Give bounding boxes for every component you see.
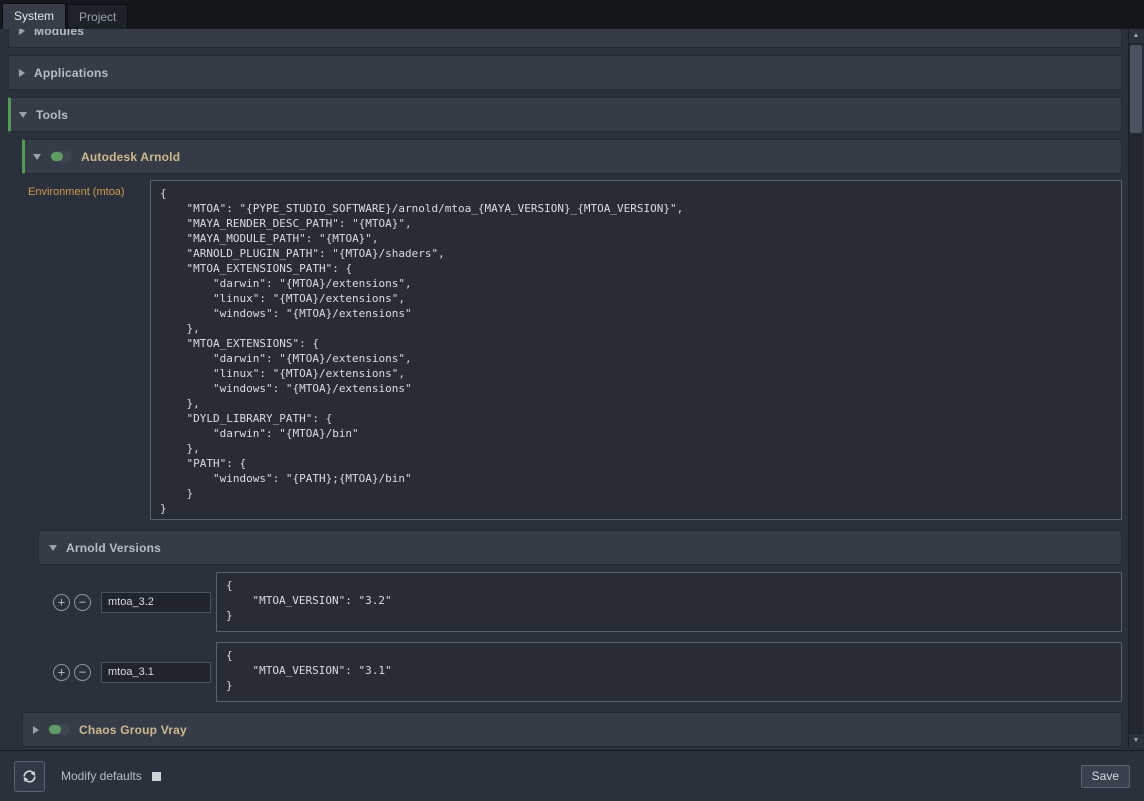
arnold-environment-editor[interactable]: { "MTOA": "{PYPE_STUDIO_SOFTWARE}/arnold…: [150, 180, 1122, 520]
section-arnold-versions: Arnold Versions + − { "MTOA_VERSION": "3…: [38, 530, 1122, 702]
vertical-scrollbar[interactable]: ▲ ▼: [1128, 29, 1143, 748]
expand-arrow-icon: [19, 69, 25, 77]
settings-content: Modules Applications Tools: [0, 29, 1144, 750]
tab-project[interactable]: Project: [67, 4, 128, 29]
expand-arrow-icon: [33, 726, 39, 734]
section-applications-title: Applications: [34, 66, 108, 80]
vray-enabled-toggle[interactable]: [48, 724, 70, 735]
refresh-icon: [21, 768, 38, 785]
section-modules-title: Modules: [34, 29, 84, 38]
save-button[interactable]: Save: [1081, 765, 1130, 788]
collapse-arrow-icon: [33, 154, 41, 160]
settings-window: System Project Modules Applications Tool…: [0, 0, 1144, 29]
version-key-input[interactable]: [101, 592, 211, 613]
modify-defaults-checkbox[interactable]: [152, 772, 161, 781]
section-modules-header[interactable]: Modules: [8, 29, 1122, 48]
group-autodesk-arnold: Autodesk Arnold Environment (mtoa) { "MT…: [22, 139, 1122, 702]
arnold-versions-header[interactable]: Arnold Versions: [38, 530, 1122, 565]
scroll-down-arrow-icon[interactable]: ▼: [1129, 734, 1143, 748]
version-row: + − { "MTOA_VERSION": "3.1" }: [53, 642, 1122, 702]
collapse-arrow-icon: [19, 112, 27, 118]
version-value-editor[interactable]: { "MTOA_VERSION": "3.2" }: [216, 572, 1122, 632]
section-tools-title: Tools: [36, 108, 68, 122]
section-applications-header[interactable]: Applications: [8, 55, 1122, 90]
add-version-button[interactable]: +: [53, 594, 70, 611]
environment-label: Environment (mtoa): [28, 180, 150, 198]
scroll-up-arrow-icon[interactable]: ▲: [1129, 29, 1143, 43]
vray-group-title: Chaos Group Vray: [79, 723, 187, 737]
footer-bar: Modify defaults Save: [0, 750, 1144, 801]
arnold-enabled-toggle[interactable]: [50, 151, 72, 162]
section-applications: Applications: [8, 55, 1122, 90]
environment-row: Environment (mtoa) { "MTOA": "{PYPE_STUD…: [28, 180, 1122, 520]
collapse-arrow-icon: [49, 545, 57, 551]
section-modules: Modules: [8, 29, 1122, 48]
refresh-button[interactable]: [14, 761, 45, 792]
remove-version-button[interactable]: −: [74, 664, 91, 681]
tools-body: Autodesk Arnold Environment (mtoa) { "MT…: [22, 139, 1122, 747]
tab-system[interactable]: System: [2, 3, 66, 29]
version-value-editor[interactable]: { "MTOA_VERSION": "3.1" }: [216, 642, 1122, 702]
version-key-input[interactable]: [101, 662, 211, 683]
expand-arrow-icon: [19, 29, 25, 35]
vray-group-header[interactable]: Chaos Group Vray: [22, 712, 1122, 747]
arnold-group-title: Autodesk Arnold: [81, 150, 180, 164]
version-row: + − { "MTOA_VERSION": "3.2" }: [53, 572, 1122, 632]
scrollbar-thumb[interactable]: [1130, 45, 1142, 133]
section-tools-header[interactable]: Tools: [8, 97, 1122, 132]
add-version-button[interactable]: +: [53, 664, 70, 681]
tab-bar: System Project: [0, 0, 1144, 29]
section-tools: Tools Autodesk Arnold Environment (mtoa)…: [8, 97, 1122, 747]
modify-defaults-label: Modify defaults: [61, 769, 142, 783]
arnold-versions-title: Arnold Versions: [66, 541, 161, 555]
remove-version-button[interactable]: −: [74, 594, 91, 611]
arnold-group-header[interactable]: Autodesk Arnold: [22, 139, 1122, 174]
